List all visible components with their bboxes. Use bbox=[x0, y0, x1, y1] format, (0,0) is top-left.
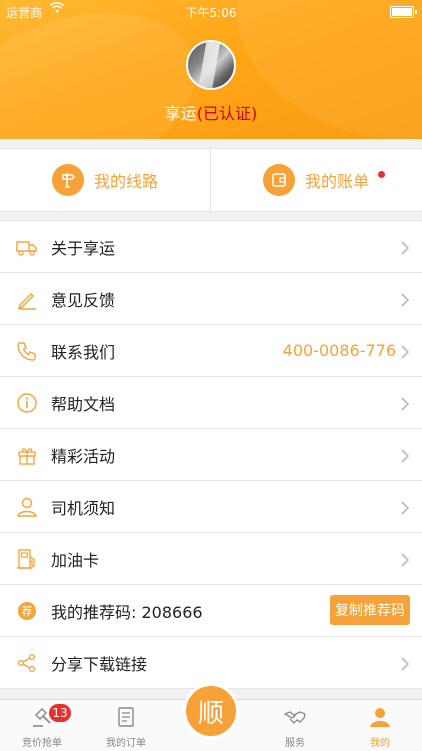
info-icon bbox=[16, 392, 38, 414]
avatar[interactable] bbox=[186, 40, 236, 90]
document-icon bbox=[115, 706, 137, 728]
menu-item-label: 联系我们 bbox=[51, 342, 116, 362]
chevron-right-icon bbox=[400, 292, 410, 307]
chevron-right-icon bbox=[400, 552, 410, 567]
menu-item-label: 司机须知 bbox=[51, 498, 116, 518]
quick-actions: 我的线路 我的账单 bbox=[0, 148, 422, 212]
tab-my-orders[interactable]: 我的订单 bbox=[84, 700, 168, 751]
battery-icon bbox=[390, 6, 417, 18]
menu-item-label: 加油卡 bbox=[51, 550, 100, 570]
menu-item-driver-notice[interactable]: 司机须知 bbox=[0, 481, 422, 533]
chevron-right-icon bbox=[400, 240, 410, 255]
menu-item-about[interactable]: 关于享运 bbox=[0, 221, 422, 273]
certified-badge: (已认证) bbox=[196, 104, 258, 123]
notification-dot bbox=[378, 171, 385, 178]
gas-station-icon bbox=[16, 548, 38, 570]
menu-item-activities[interactable]: 精彩活动 bbox=[0, 429, 422, 481]
truck-icon bbox=[16, 236, 38, 258]
tab-service[interactable]: 服务 bbox=[253, 700, 337, 751]
my-bills-button[interactable]: 我的账单 bbox=[211, 149, 421, 211]
wallet-icon bbox=[262, 164, 295, 196]
menu-item-feedback[interactable]: 意见反馈 bbox=[0, 273, 422, 325]
menu-list: 关于享运 意见反馈 联系我们 400-0086-776 帮助文档 精彩活动 司机… bbox=[0, 220, 422, 689]
menu-item-share-link[interactable]: 分享下载链接 bbox=[0, 637, 422, 689]
referral-icon: 荐 bbox=[18, 602, 36, 620]
menu-item-label: 意见反馈 bbox=[51, 290, 116, 310]
signpost-icon bbox=[51, 164, 84, 196]
tab-bidding[interactable]: 13 竞价抢单 bbox=[0, 700, 84, 751]
menu-item-fuel-card[interactable]: 加油卡 bbox=[0, 533, 422, 585]
referral-code-label: 我的推荐码: 208666 bbox=[51, 602, 203, 622]
chevron-right-icon bbox=[400, 500, 410, 515]
menu-item-label: 帮助文档 bbox=[51, 394, 116, 414]
handshake-icon bbox=[283, 706, 306, 728]
share-icon bbox=[16, 652, 38, 674]
tab-label: 我的订单 bbox=[106, 738, 146, 749]
tab-label: 我的 bbox=[370, 738, 390, 749]
chevron-right-icon bbox=[400, 396, 410, 411]
username-text: 享运 bbox=[164, 104, 197, 123]
my-bills-label: 我的账单 bbox=[304, 172, 369, 191]
my-routes-label: 我的线路 bbox=[93, 172, 158, 191]
gift-icon bbox=[16, 444, 38, 466]
tab-label: 服务 bbox=[285, 738, 305, 749]
user-icon bbox=[16, 496, 38, 518]
tab-mine[interactable]: 我的 bbox=[338, 700, 422, 751]
chevron-right-icon bbox=[400, 448, 410, 463]
chevron-right-icon bbox=[400, 656, 410, 671]
status-time: 下午5:06 bbox=[185, 6, 237, 20]
bidding-count-badge: 13 bbox=[49, 704, 71, 722]
chevron-right-icon bbox=[400, 344, 410, 359]
username: 享运(已认证) bbox=[0, 100, 422, 124]
referral-icon-text: 荐 bbox=[21, 605, 33, 618]
tab-label: 竞价抢单 bbox=[22, 738, 62, 749]
contact-phone-number[interactable]: 400-0086-776 bbox=[283, 341, 396, 360]
my-routes-button[interactable]: 我的线路 bbox=[0, 149, 210, 211]
menu-item-label: 关于享运 bbox=[51, 238, 116, 258]
copy-referral-code-button[interactable]: 复制推荐码 bbox=[330, 595, 410, 625]
menu-item-contact[interactable]: 联系我们 400-0086-776 bbox=[0, 325, 422, 377]
center-action-button[interactable]: 顺 bbox=[186, 686, 236, 736]
pencil-icon bbox=[16, 288, 38, 310]
status-bar: 运营商 下午5:06 bbox=[0, 0, 422, 22]
menu-item-label: 精彩活动 bbox=[51, 446, 116, 466]
person-icon bbox=[369, 706, 391, 728]
profile-header: 运营商 下午5:06 享运(已认证) bbox=[0, 0, 422, 139]
phone-icon bbox=[16, 340, 38, 362]
menu-item-help[interactable]: 帮助文档 bbox=[0, 377, 422, 429]
center-action-label: 顺 bbox=[197, 698, 224, 729]
menu-item-label: 分享下载链接 bbox=[51, 654, 148, 674]
menu-item-referral-code: 荐 我的推荐码: 208666 复制推荐码 bbox=[0, 585, 422, 637]
